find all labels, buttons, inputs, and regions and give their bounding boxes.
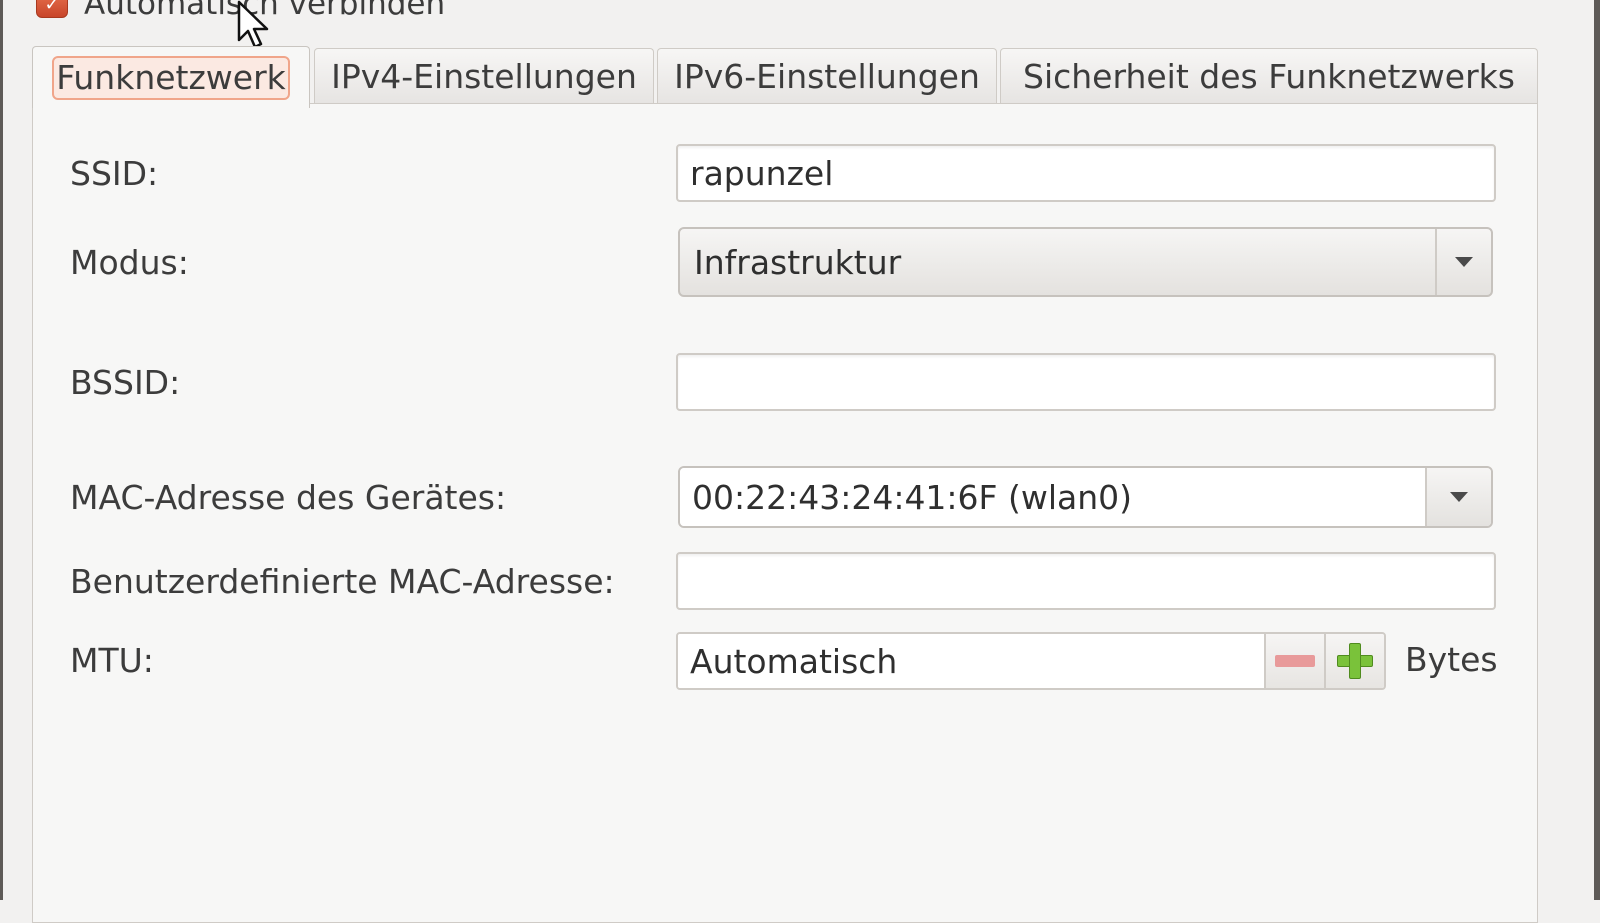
minus-icon [1275, 655, 1315, 667]
tab-ipv6[interactable]: IPv6-Einstellungen [657, 48, 997, 104]
window-edge-right [1594, 0, 1600, 900]
device-mac-label: MAC-Adresse des Gerätes: [70, 478, 507, 517]
custom-mac-label: Benutzerdefinierte MAC-Adresse: [70, 562, 615, 601]
chevron-down-icon[interactable] [1435, 229, 1491, 295]
bssid-label: BSSID: [70, 363, 181, 402]
mtu-unit-label: Bytes [1405, 640, 1498, 679]
tab-funknetzwerk[interactable]: Funknetzwerk [32, 46, 310, 108]
plus-icon [1337, 643, 1373, 679]
chevron-down-icon[interactable] [1425, 468, 1491, 526]
tab-bar: Funknetzwerk IPv4-Einstellungen IPv6-Ein… [32, 46, 1538, 108]
mtu-label: MTU: [70, 641, 154, 680]
tab-security[interactable]: Sicherheit des Funknetzwerks [1000, 48, 1538, 104]
ssid-label: SSID: [70, 154, 159, 193]
tab-ipv4[interactable]: IPv4-Einstellungen [314, 48, 654, 104]
tab-ipv4-label: IPv4-Einstellungen [331, 57, 637, 96]
mtu-value[interactable]: Automatisch [678, 634, 1264, 688]
ssid-value: rapunzel [690, 153, 834, 193]
mode-value: Infrastruktur [694, 242, 902, 282]
ssid-input[interactable]: rapunzel [676, 144, 1496, 202]
mouse-cursor-icon [237, 0, 269, 49]
mode-label: Modus: [70, 243, 189, 282]
mode-dropdown[interactable]: Infrastruktur [678, 227, 1493, 297]
autoconnect-checkbox[interactable]: ✓ [36, 0, 68, 18]
mtu-spinbox[interactable]: Automatisch [676, 632, 1386, 690]
tab-ipv6-label: IPv6-Einstellungen [674, 57, 980, 96]
decrement-button[interactable] [1264, 634, 1324, 688]
window-edge-left [0, 0, 3, 900]
device-mac-combo[interactable]: 00:22:43:24:41:6F (wlan0) [678, 466, 1493, 528]
bssid-input[interactable] [676, 353, 1496, 411]
increment-button[interactable] [1324, 634, 1384, 688]
device-mac-value[interactable]: 00:22:43:24:41:6F (wlan0) [680, 468, 1425, 526]
custom-mac-input[interactable] [676, 552, 1496, 610]
tab-funknetzwerk-label: Funknetzwerk [52, 55, 290, 100]
tab-security-label: Sicherheit des Funknetzwerks [1023, 57, 1515, 96]
